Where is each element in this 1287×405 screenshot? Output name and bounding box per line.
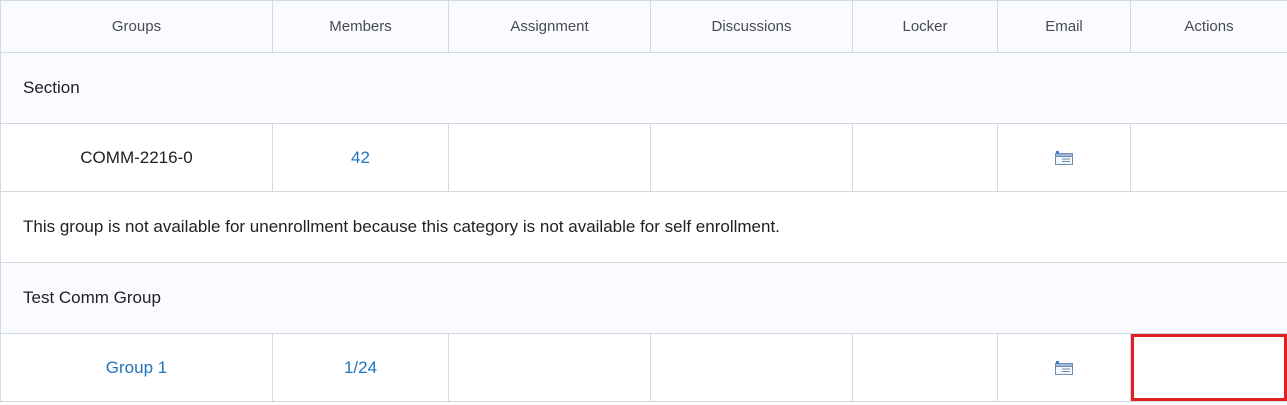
actions-cell (1130, 123, 1287, 192)
assignment-cell (448, 333, 651, 402)
actions-cell-highlighted[interactable] (1130, 333, 1287, 402)
column-header-actions: Actions (1130, 0, 1287, 53)
members-count-link[interactable]: 1/24 (344, 358, 377, 377)
locker-cell (852, 123, 998, 192)
column-header-email: Email (997, 0, 1131, 53)
column-header-members[interactable]: Members (272, 0, 449, 53)
email-icon[interactable] (1055, 360, 1073, 375)
discussions-cell (650, 333, 853, 402)
unenrollment-notice-row: This group is not available for unenroll… (0, 191, 1287, 263)
table-row: Group 1 1/24 (0, 333, 1287, 402)
column-header-discussions: Discussions (650, 0, 853, 53)
category-row-section: Section (0, 52, 1287, 124)
table-row: COMM-2216-0 42 (0, 123, 1287, 192)
groups-table: Groups Members Assignment Discussions Lo… (0, 0, 1287, 402)
assignment-cell (448, 123, 651, 192)
column-header-locker: Locker (852, 0, 998, 53)
members-cell: 42 (272, 123, 449, 192)
email-cell (997, 333, 1131, 402)
locker-cell (852, 333, 998, 402)
table-header-row: Groups Members Assignment Discussions Lo… (0, 0, 1287, 53)
email-icon[interactable] (1055, 150, 1073, 165)
column-header-groups[interactable]: Groups (0, 0, 273, 53)
category-label: Test Comm Group (0, 262, 1287, 334)
members-cell: 1/24 (272, 333, 449, 402)
category-row-test-comm-group: Test Comm Group (0, 262, 1287, 334)
unenrollment-notice: This group is not available for unenroll… (0, 191, 1287, 263)
group-name-link[interactable]: Group 1 (106, 358, 167, 377)
group-name-cell: COMM-2216-0 (0, 123, 273, 192)
discussions-cell (650, 123, 853, 192)
members-count-link[interactable]: 42 (351, 148, 370, 167)
group-name: COMM-2216-0 (80, 147, 193, 167)
group-name-cell: Group 1 (0, 333, 273, 402)
email-cell (997, 123, 1131, 192)
column-header-assignment: Assignment (448, 0, 651, 53)
category-label: Section (0, 52, 1287, 124)
